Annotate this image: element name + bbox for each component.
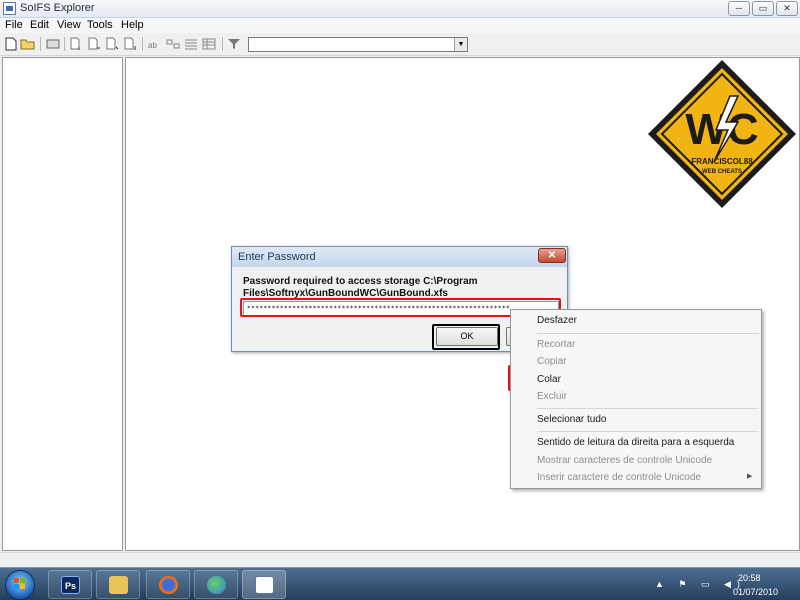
- menu-item-undo[interactable]: Desfazer: [537, 315, 577, 326]
- properties-icon[interactable]: [165, 37, 181, 51]
- menu-item-rtl-reading[interactable]: Sentido de leitura da direita para a esq…: [537, 437, 734, 448]
- context-menu: Desfazer Recortar Copiar Colar Excluir S…: [510, 309, 762, 489]
- chevron-down-icon[interactable]: ▼: [454, 38, 467, 51]
- watermark-logo: WC FRANCISCOL88 WEB CHEATS: [646, 58, 798, 210]
- start-button[interactable]: [5, 570, 35, 600]
- submenu-arrow-icon: ▶: [747, 473, 753, 480]
- taskbar-app-photoshop[interactable]: Ps: [48, 570, 92, 599]
- menu-file[interactable]: File: [5, 19, 23, 31]
- dialog-close-button[interactable]: ✕: [538, 248, 566, 263]
- menu-item-select-all[interactable]: Selecionar tudo: [537, 414, 607, 425]
- taskbar-app-messenger[interactable]: [194, 570, 238, 599]
- status-bar: [0, 552, 800, 567]
- password-prompt-text: Password required to access storage C:\P…: [243, 276, 478, 299]
- clock-date[interactable]: 01/07/2010: [733, 587, 778, 597]
- new-file-icon[interactable]: [3, 37, 19, 51]
- firefox-icon: [159, 576, 178, 594]
- svg-text:WEB CHEATS: WEB CHEATS: [702, 169, 742, 175]
- app-icon: [3, 2, 16, 15]
- add-file-icon[interactable]: [68, 37, 84, 51]
- svg-text:ab: ab: [148, 41, 157, 50]
- menu-item-show-unicode[interactable]: Mostrar caracteres de controle Unicode: [537, 455, 712, 466]
- photoshop-icon: Ps: [61, 576, 80, 594]
- filter-dropdown[interactable]: ▼: [248, 37, 468, 52]
- menu-bar: File Edit View Tools Help: [0, 18, 800, 33]
- menu-item-paste[interactable]: Colar: [537, 374, 561, 385]
- minimize-button[interactable]: ─: [728, 1, 750, 16]
- menu-item-delete[interactable]: Excluir: [537, 391, 567, 402]
- folder-icon: [109, 576, 128, 594]
- menu-item-cut[interactable]: Recortar: [537, 339, 575, 350]
- rename-icon[interactable]: ab: [147, 37, 163, 51]
- menu-item-copy[interactable]: Copiar: [537, 356, 566, 367]
- messenger-icon: [207, 576, 226, 594]
- windows-logo-icon: [14, 578, 25, 589]
- menu-help[interactable]: Help: [121, 19, 144, 31]
- taskbar-app-solfs-explorer[interactable]: [242, 570, 286, 599]
- solfs-app-icon: [255, 576, 274, 594]
- menu-item-insert-unicode[interactable]: Inserir caractere de controle Unicode: [537, 472, 701, 483]
- folder-tree-panel[interactable]: [2, 57, 123, 551]
- add-folder-icon[interactable]: [104, 37, 120, 51]
- filter-icon[interactable]: [226, 37, 242, 51]
- window-title-bar[interactable]: SoIFS Explorer ─ ▭ ✕: [0, 0, 800, 18]
- details-view-icon[interactable]: [201, 37, 217, 51]
- dialog-title-bar[interactable]: Enter Password ✕: [232, 247, 567, 267]
- maximize-button[interactable]: ▭: [752, 1, 774, 16]
- menu-tools[interactable]: Tools: [87, 19, 113, 31]
- dialog-title: Enter Password: [238, 251, 316, 263]
- toolbar: ab ▼: [0, 33, 800, 56]
- taskbar: Ps ▲ ⚑ ▭ ◀) 20:58 01/07/2010: [0, 567, 800, 600]
- open-folder-icon[interactable]: [20, 37, 36, 51]
- extract-icon[interactable]: [86, 37, 102, 51]
- storage-icon[interactable]: [45, 37, 61, 51]
- window-title: SoIFS Explorer: [20, 2, 95, 14]
- menu-view[interactable]: View: [57, 19, 81, 31]
- list-view-icon[interactable]: [183, 37, 199, 51]
- svg-text:FRANCISCOL88: FRANCISCOL88: [691, 157, 753, 166]
- ok-button-highlight: [432, 324, 500, 350]
- taskbar-app-explorer[interactable]: [96, 570, 140, 599]
- export-icon[interactable]: [122, 37, 138, 51]
- clock-time[interactable]: 20:58: [738, 573, 761, 583]
- menu-edit[interactable]: Edit: [30, 19, 49, 31]
- taskbar-app-firefox[interactable]: [146, 570, 190, 599]
- close-button[interactable]: ✕: [776, 1, 798, 16]
